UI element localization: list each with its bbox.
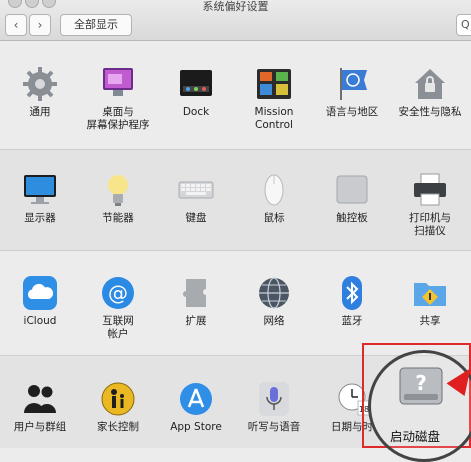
bluetooth-icon [342,276,362,310]
un-flag-icon [340,68,367,100]
hard-disk-icon: ? [399,367,443,405]
search-icon: Q [461,18,470,31]
pane-label: 打印机与 扫描仪 [409,212,451,237]
pane-label: App Store [170,421,222,433]
lightbulb-icon [108,175,128,206]
cloud-icon [23,276,57,310]
app-store-icon [180,383,212,415]
section-personal [0,41,471,149]
pane-label: 共享 [419,315,441,327]
trackpad-icon [336,175,368,204]
keyboard-icon [178,181,214,199]
desktop-screensaver-icon [103,68,133,96]
mouse-icon [264,174,284,206]
svg-text:?: ? [415,371,427,395]
house-lock-icon [415,69,445,99]
pane-label: 扩展 [185,315,207,327]
pane-label: 蓝牙 [341,315,363,327]
forward-button[interactable]: › [29,14,51,36]
pane-label: 显示器 [24,212,56,224]
show-all-button[interactable]: 全部显示 [60,14,132,36]
pane-label: Dock [182,106,210,118]
pane-label: 通用 [29,106,51,118]
search-field[interactable]: Q [456,14,471,36]
back-button[interactable]: ‹ [5,14,27,36]
mission-control-icon [257,69,291,99]
pane-label: iCloud [23,315,57,327]
svg-text:@: @ [108,281,128,305]
pane-label: 触控板 [336,212,368,224]
parental-icon [101,382,135,416]
pane-label: 节能器 [102,212,134,224]
pane-label: 听写与语音 [247,421,301,433]
pane-label: Mission Control [254,106,294,131]
pane-label: 鼠标 [263,212,285,224]
startup-disk-label: 启动磁盘 [390,429,441,444]
at-sign-icon: @ [102,277,134,309]
section-internet [0,251,471,355]
pane-label: 家长控制 [97,421,139,433]
sharing-folder-icon [414,283,446,306]
pane-label: 语言与地区 [325,106,379,118]
puzzle-icon [183,279,206,307]
printer-icon [414,173,446,206]
dock-icon [180,70,212,96]
pane-label: 桌面与 屏幕保护程序 [86,106,150,131]
pane-label: 安全性与隐私 [398,106,462,118]
pane-label: 互联网 帐户 [102,315,134,340]
microphone-icon [259,382,289,416]
monitor-icon [24,175,56,204]
window-titlebar: 系统偏好设置 ‹ › 全部显示 Q [0,0,471,41]
users-icon [24,385,56,413]
pane-label: 用户与群组 [13,421,67,433]
globe-icon [259,277,289,309]
window-title: 系统偏好设置 [202,0,269,13]
gear-icon [23,67,57,101]
pane-label: 网络 [263,315,285,327]
pane-label: 键盘 [185,212,207,224]
